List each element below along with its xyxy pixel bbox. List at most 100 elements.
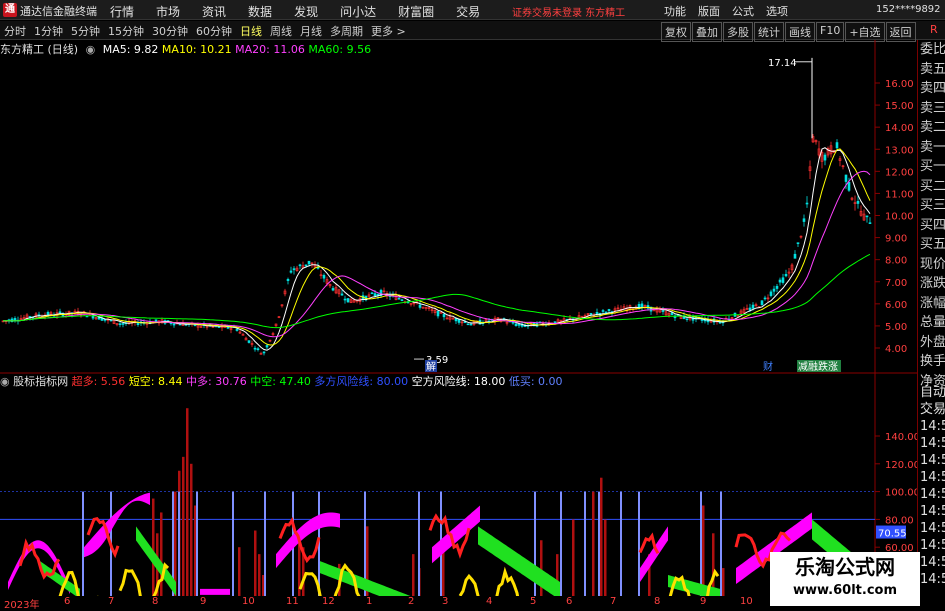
candle-body	[418, 304, 422, 308]
indicator-low-buy: 低买: 0.00	[508, 375, 563, 388]
candle-body	[331, 288, 335, 291]
buy-signal-bar	[418, 491, 420, 596]
right-menu: 功能 版面 公式 选项	[664, 3, 788, 19]
buy-signal-bar	[560, 491, 562, 596]
candle-body	[118, 323, 122, 326]
menu-item-discover[interactable]: 发现	[294, 3, 318, 20]
menu-item-formula[interactable]: 公式	[732, 3, 754, 19]
indicator-red-bar	[442, 547, 445, 596]
ma60-value: MA60: 9.56	[308, 43, 372, 56]
menu-item-options[interactable]: 选项	[766, 3, 788, 19]
tab-daily[interactable]: 日线	[240, 23, 262, 39]
tab-weekly[interactable]: 周线	[270, 23, 292, 39]
login-warning[interactable]: 证券交易未登录 东方精工	[512, 4, 625, 19]
price-tick-label: 11.00	[885, 189, 914, 200]
watermark: 乐淘公式网 www.60lt.com	[770, 552, 920, 606]
right-panel-tab[interactable]: R	[930, 23, 938, 36]
restore-rights-button[interactable]: 复权	[661, 22, 691, 42]
candle-body	[121, 323, 125, 325]
date-tick-label: 2	[408, 596, 415, 607]
chart-canvas[interactable]: 17.143.59解财减融跌涨 16.0015.0014.0013.0012.0…	[0, 40, 917, 596]
menu-item-news[interactable]: 资讯	[202, 3, 226, 20]
buy-signal-bar	[264, 491, 266, 596]
tab-60min[interactable]: 60分钟	[196, 23, 232, 39]
mid-long-band	[640, 526, 668, 582]
candle-body	[748, 307, 752, 311]
quote-label: 买五	[920, 237, 945, 252]
time-label: 14:56	[920, 572, 945, 587]
candle-body	[322, 275, 326, 279]
ma5-line	[2, 147, 871, 351]
user-account[interactable]: 152****9892	[876, 4, 941, 15]
price-tick-label: 4.00	[885, 344, 907, 355]
buy-signal-bar	[638, 491, 640, 596]
menu-item-data[interactable]: 数据	[248, 3, 272, 20]
indicator-name[interactable]: 股标指标网	[13, 375, 68, 388]
candle-body	[763, 297, 767, 300]
draw-line-button[interactable]: 画线	[785, 22, 815, 42]
buy-signal-bar	[620, 491, 622, 596]
tab-15min[interactable]: 15分钟	[108, 23, 144, 39]
menu-item-ask[interactable]: 问小达	[340, 3, 376, 20]
candle-body	[442, 314, 446, 318]
tab-1min[interactable]: 1分钟	[34, 23, 63, 39]
menu-item-wealth[interactable]: 财富圈	[398, 3, 434, 20]
menu-item-function[interactable]: 功能	[664, 3, 686, 19]
date-tick-label: 9	[700, 596, 707, 607]
f10-button[interactable]: F10	[816, 22, 845, 42]
indicator-settings-icon[interactable]: ◉	[0, 375, 10, 388]
indicator-red-bar	[572, 519, 575, 596]
quote-label: 涨幅	[920, 295, 945, 311]
candle-body	[289, 270, 293, 273]
ma10-value: MA10: 10.21	[161, 43, 232, 56]
overlay-button[interactable]: 叠加	[692, 22, 722, 42]
candle-body	[343, 298, 347, 301]
indicator-tick-label: 140.00	[885, 432, 917, 443]
ma10-line	[2, 148, 871, 346]
buy-signal-bar	[700, 491, 702, 596]
date-tick-label: 1	[366, 596, 373, 607]
tab-5min[interactable]: 5分钟	[71, 23, 100, 39]
ma20-value: MA20: 11.06	[235, 43, 305, 56]
tab-30min[interactable]: 30分钟	[152, 23, 188, 39]
multi-stock-button[interactable]: 多股	[723, 22, 753, 42]
main-chart-header: 东方精工 (日线) ◉ MA5: 9.82 MA10: 10.21 MA20: …	[0, 41, 371, 57]
menu-item-market[interactable]: 市场	[156, 3, 180, 20]
quote-label: 外盘	[920, 334, 945, 350]
candle-body	[847, 181, 851, 191]
back-button[interactable]: 返回	[885, 22, 916, 42]
candle-body	[400, 299, 404, 302]
indicator-red-bar	[412, 554, 415, 596]
date-tick-label: 4	[486, 596, 493, 607]
tab-more[interactable]: 更多 >	[371, 23, 406, 39]
menu-item-quotes[interactable]: 行情	[110, 3, 134, 20]
menu-item-trade[interactable]: 交易	[456, 3, 480, 20]
add-favorite-button[interactable]: +自选	[845, 22, 885, 42]
date-tick-label: 6	[64, 596, 71, 607]
tab-multi-period[interactable]: 多周期	[330, 23, 363, 39]
indicator-super-long: 超多: 5.56	[71, 375, 126, 388]
candle-body	[253, 347, 257, 350]
title-bar: 通 通达信金融终端 行情 市场 资讯 数据 发现 问小达 财富圈 交易 证券交易…	[0, 0, 945, 20]
menu-item-layout[interactable]: 版面	[698, 3, 720, 19]
chart-tools: 复权 叠加 多股 统计 画线 F10 +自选 返回	[660, 22, 916, 42]
tab-intraday[interactable]: 分时	[4, 23, 26, 39]
date-tick-label: 9	[200, 596, 207, 607]
candle-body	[805, 202, 809, 205]
indicator-red-bar	[238, 547, 241, 596]
unlock-marker-label: 解	[426, 360, 436, 373]
candle-body	[373, 293, 377, 297]
tab-monthly[interactable]: 月线	[300, 23, 322, 39]
buy-signal-bar	[82, 491, 84, 596]
candle-body	[469, 323, 473, 326]
main-menu: 行情 市场 资讯 数据 发现 问小达 财富圈 交易	[110, 3, 480, 20]
auto-trade-label[interactable]: 自动	[918, 384, 945, 401]
candle-body	[796, 242, 800, 244]
indicator-mid-long: 中多: 30.76	[186, 375, 247, 388]
settings-icon[interactable]: ◉	[86, 43, 96, 56]
statistics-button[interactable]: 统计	[754, 22, 784, 42]
indicator-red-bar	[712, 533, 715, 596]
candle-body	[856, 200, 860, 204]
indicator-mid-empty: 中空: 47.40	[250, 375, 311, 388]
time-label: 14:56	[920, 453, 945, 468]
